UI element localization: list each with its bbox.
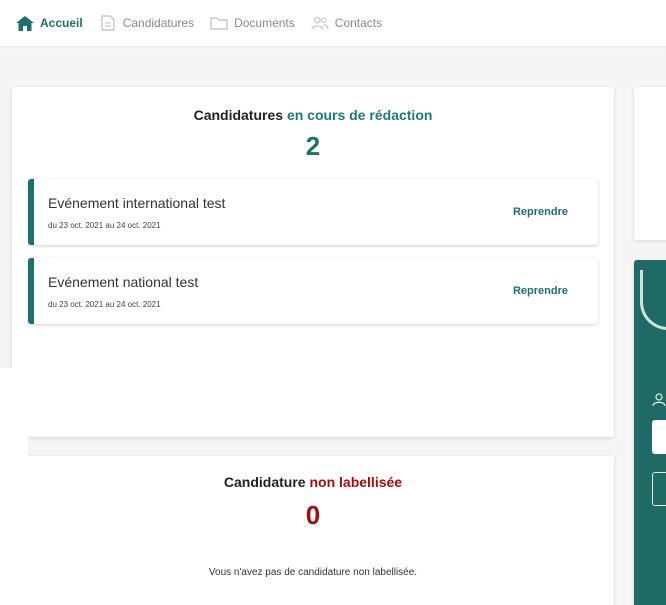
- nav-candidatures[interactable]: Candidatures: [99, 0, 194, 46]
- top-navigation: Accueil Candidatures Documents Contacts: [0, 0, 666, 46]
- drafts-count: 2: [305, 131, 321, 161]
- unlabelled-title-prefix: Candidature: [223, 474, 306, 490]
- nav-label: Candidatures: [122, 16, 195, 30]
- document-icon: [99, 15, 117, 31]
- right-card-top: [634, 87, 666, 240]
- draft-item-name: Evénement national test: [48, 274, 199, 290]
- login-input[interactable]: [652, 420, 666, 454]
- nav-contacts[interactable]: Contacts: [311, 0, 382, 46]
- unlabelled-count: 0: [305, 500, 321, 530]
- draft-item-dates: du 23 oct. 2021 au 24 oct. 2021: [48, 221, 161, 230]
- home-icon: [16, 15, 34, 31]
- drafts-card: Candidatures en cours de rédaction 2 Evé…: [12, 87, 614, 437]
- nav-documents[interactable]: Documents: [210, 0, 295, 46]
- drafts-title-prefix: Candidatures: [193, 107, 284, 123]
- drafts-title: Candidatures en cours de rédaction: [12, 107, 614, 123]
- unlabelled-title-accent: non labellisée: [309, 474, 403, 490]
- draft-item-dates: du 23 oct. 2021 au 24 oct. 2021: [48, 300, 161, 309]
- folder-icon: [210, 15, 228, 31]
- login-button[interactable]: [652, 472, 666, 506]
- resume-button[interactable]: Reprendre: [513, 285, 568, 297]
- draft-item-name: Evénement international test: [48, 195, 226, 211]
- nav-label: Accueil: [40, 16, 83, 30]
- user-icon: [652, 393, 666, 407]
- resume-button[interactable]: Reprendre: [513, 206, 568, 218]
- drafts-title-accent: en cours de rédaction: [286, 107, 433, 123]
- nav-label: Contacts: [334, 16, 383, 30]
- unlabelled-title: Candidature non labellisée: [12, 474, 614, 490]
- draft-item: Evénement national test du 23 oct. 2021 …: [28, 258, 598, 324]
- unlabelled-card: Candidature non labellisée 0 Vous n'avez…: [12, 456, 614, 605]
- nav-accueil[interactable]: Accueil: [16, 0, 83, 46]
- draft-item: Evénement international test du 23 oct. …: [28, 179, 598, 245]
- left-overlay-panel: [0, 368, 28, 605]
- contacts-icon: [311, 15, 329, 31]
- nav-label: Documents: [234, 16, 295, 30]
- unlabelled-empty-message: Vous n'avez pas de candidature non label…: [208, 567, 418, 578]
